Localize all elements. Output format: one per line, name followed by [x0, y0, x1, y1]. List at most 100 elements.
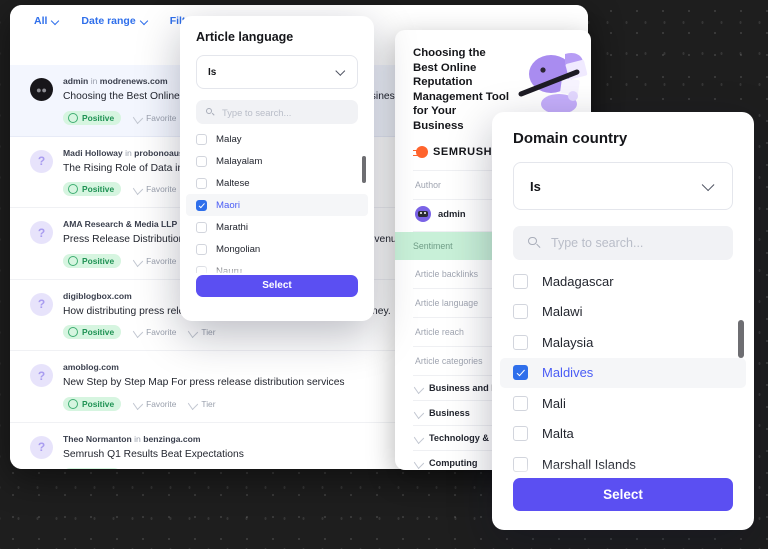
list-item-in: in: [90, 76, 98, 86]
list-item-in: in: [134, 433, 141, 444]
smiley-icon: [68, 255, 78, 266]
operator-select[interactable]: Is: [513, 162, 733, 210]
favorite-label: Favorite: [146, 327, 177, 338]
search-icon: [206, 107, 215, 117]
scrollbar-thumb[interactable]: [362, 156, 366, 183]
checkbox-icon[interactable]: [513, 395, 528, 411]
list-item-domain: digiblogbox.com: [63, 290, 132, 301]
favorite-action[interactable]: Favorite: [132, 326, 177, 339]
pin-icon: [132, 397, 144, 411]
option-malaysia[interactable]: Malaysia: [500, 327, 746, 358]
checkbox-icon[interactable]: [196, 265, 207, 273]
toolbar-filter-date-range[interactable]: Date range: [81, 15, 149, 27]
tag-icon: [413, 406, 425, 419]
status-badge: Positive: [63, 325, 122, 340]
avatar: ?: [30, 149, 53, 173]
status-badge-label: Positive: [82, 327, 115, 338]
option-mongolian[interactable]: Mongolian: [186, 238, 368, 260]
checkbox-icon[interactable]: [196, 243, 207, 255]
smiley-icon: [68, 398, 78, 409]
option-label: Maori: [216, 199, 240, 211]
avatar: ?: [30, 292, 53, 316]
checkbox-checked-icon[interactable]: [513, 365, 528, 381]
status-badge-label: Positive: [82, 255, 115, 266]
robot-avatar-icon: [415, 205, 431, 222]
option-malta[interactable]: Malta: [500, 419, 746, 450]
status-badge: Positive: [63, 182, 122, 197]
status-badge-label: Positive: [82, 398, 115, 409]
checkbox-icon[interactable]: [513, 456, 528, 472]
article-language-popover: Article language Is Type to search... Ma…: [180, 16, 374, 321]
option-label: Nauru: [216, 265, 243, 274]
checkbox-icon[interactable]: [513, 426, 528, 442]
status-badge: Positive: [63, 253, 122, 268]
pin-icon: [132, 254, 144, 267]
detail-author-name: admin: [438, 208, 466, 220]
option-label: Malta: [542, 426, 574, 442]
favorite-label: Favorite: [146, 398, 177, 409]
chevron-down-icon: [52, 17, 61, 26]
article-category-label: Computing: [429, 457, 478, 468]
tag-icon: [413, 381, 425, 394]
favorite-action[interactable]: Favorite: [132, 397, 177, 411]
favorite-action[interactable]: Favorite: [132, 111, 177, 124]
checkbox-icon[interactable]: [513, 304, 528, 320]
avatar: ●●: [30, 78, 53, 101]
option-label: Mongolian: [216, 243, 261, 255]
favorite-action[interactable]: Favorite: [132, 183, 176, 196]
pin-icon: [188, 397, 199, 411]
popover-title: Domain country: [513, 130, 628, 147]
option-marshall-islands[interactable]: Marshall Islands: [500, 449, 746, 480]
chevron-down-icon: [701, 179, 716, 194]
pin-icon: [132, 326, 144, 339]
checkbox-icon[interactable]: [196, 221, 207, 233]
toolbar-filter-date-range-label: Date range: [81, 15, 136, 27]
option-mali[interactable]: Mali: [500, 388, 746, 419]
checkbox-icon[interactable]: [196, 155, 207, 167]
list-item-author: AMA Research & Media LLP: [63, 219, 178, 230]
semrush-logo-icon: [413, 145, 428, 158]
list-item-author: Theo Normanton: [63, 433, 132, 444]
option-label: Malaysia: [542, 334, 594, 350]
favorite-action[interactable]: Favorite: [132, 254, 176, 267]
select-button[interactable]: Select: [513, 478, 733, 511]
checkbox-icon[interactable]: [513, 334, 528, 350]
select-button[interactable]: Select: [196, 275, 358, 297]
option-nauru[interactable]: Nauru: [186, 260, 368, 273]
scrollbar-thumb[interactable]: [738, 320, 744, 358]
toolbar-filter-all[interactable]: All: [34, 15, 61, 27]
option-malay[interactable]: Malay: [186, 128, 368, 150]
option-malayalam[interactable]: Malayalam: [186, 150, 368, 172]
checkbox-icon[interactable]: [196, 133, 207, 145]
smiley-icon: [68, 112, 78, 123]
checkbox-icon[interactable]: [513, 273, 528, 289]
tier-action[interactable]: Tier: [188, 326, 216, 339]
operator-select[interactable]: Is: [196, 55, 358, 89]
operator-select-value: Is: [530, 178, 541, 194]
option-label: Madagascar: [542, 273, 614, 289]
option-maori[interactable]: Maori: [186, 194, 368, 216]
option-madagascar[interactable]: Madagascar: [500, 266, 746, 297]
option-label: Marshall Islands: [542, 456, 636, 472]
checkbox-checked-icon[interactable]: [196, 199, 207, 211]
avatar: ?: [30, 221, 53, 245]
list-item-in: in: [125, 147, 132, 158]
checkbox-icon[interactable]: [196, 177, 207, 189]
illustration-icon: [515, 46, 591, 116]
status-badge: Positive: [63, 396, 122, 411]
option-maldives[interactable]: Maldives: [500, 357, 746, 388]
list-item-domain: benzinga.com: [143, 433, 201, 444]
favorite-label: Favorite: [146, 112, 177, 123]
language-option-list[interactable]: Malay Malayalam Maltese Maori Marathi Mo…: [180, 128, 374, 273]
option-malawi[interactable]: Malawi: [500, 297, 746, 328]
option-label: Malawi: [542, 304, 583, 320]
search-input[interactable]: Type to search...: [196, 100, 358, 124]
avatar: ?: [30, 435, 53, 459]
article-category-label: Business: [429, 407, 470, 418]
option-maltese[interactable]: Maltese: [186, 172, 368, 194]
option-label: Marathi: [216, 221, 248, 233]
option-marathi[interactable]: Marathi: [186, 216, 368, 238]
tier-action[interactable]: Tier: [188, 397, 216, 411]
search-input[interactable]: Type to search...: [513, 226, 733, 260]
list-item-author: Madi Holloway: [63, 147, 123, 158]
